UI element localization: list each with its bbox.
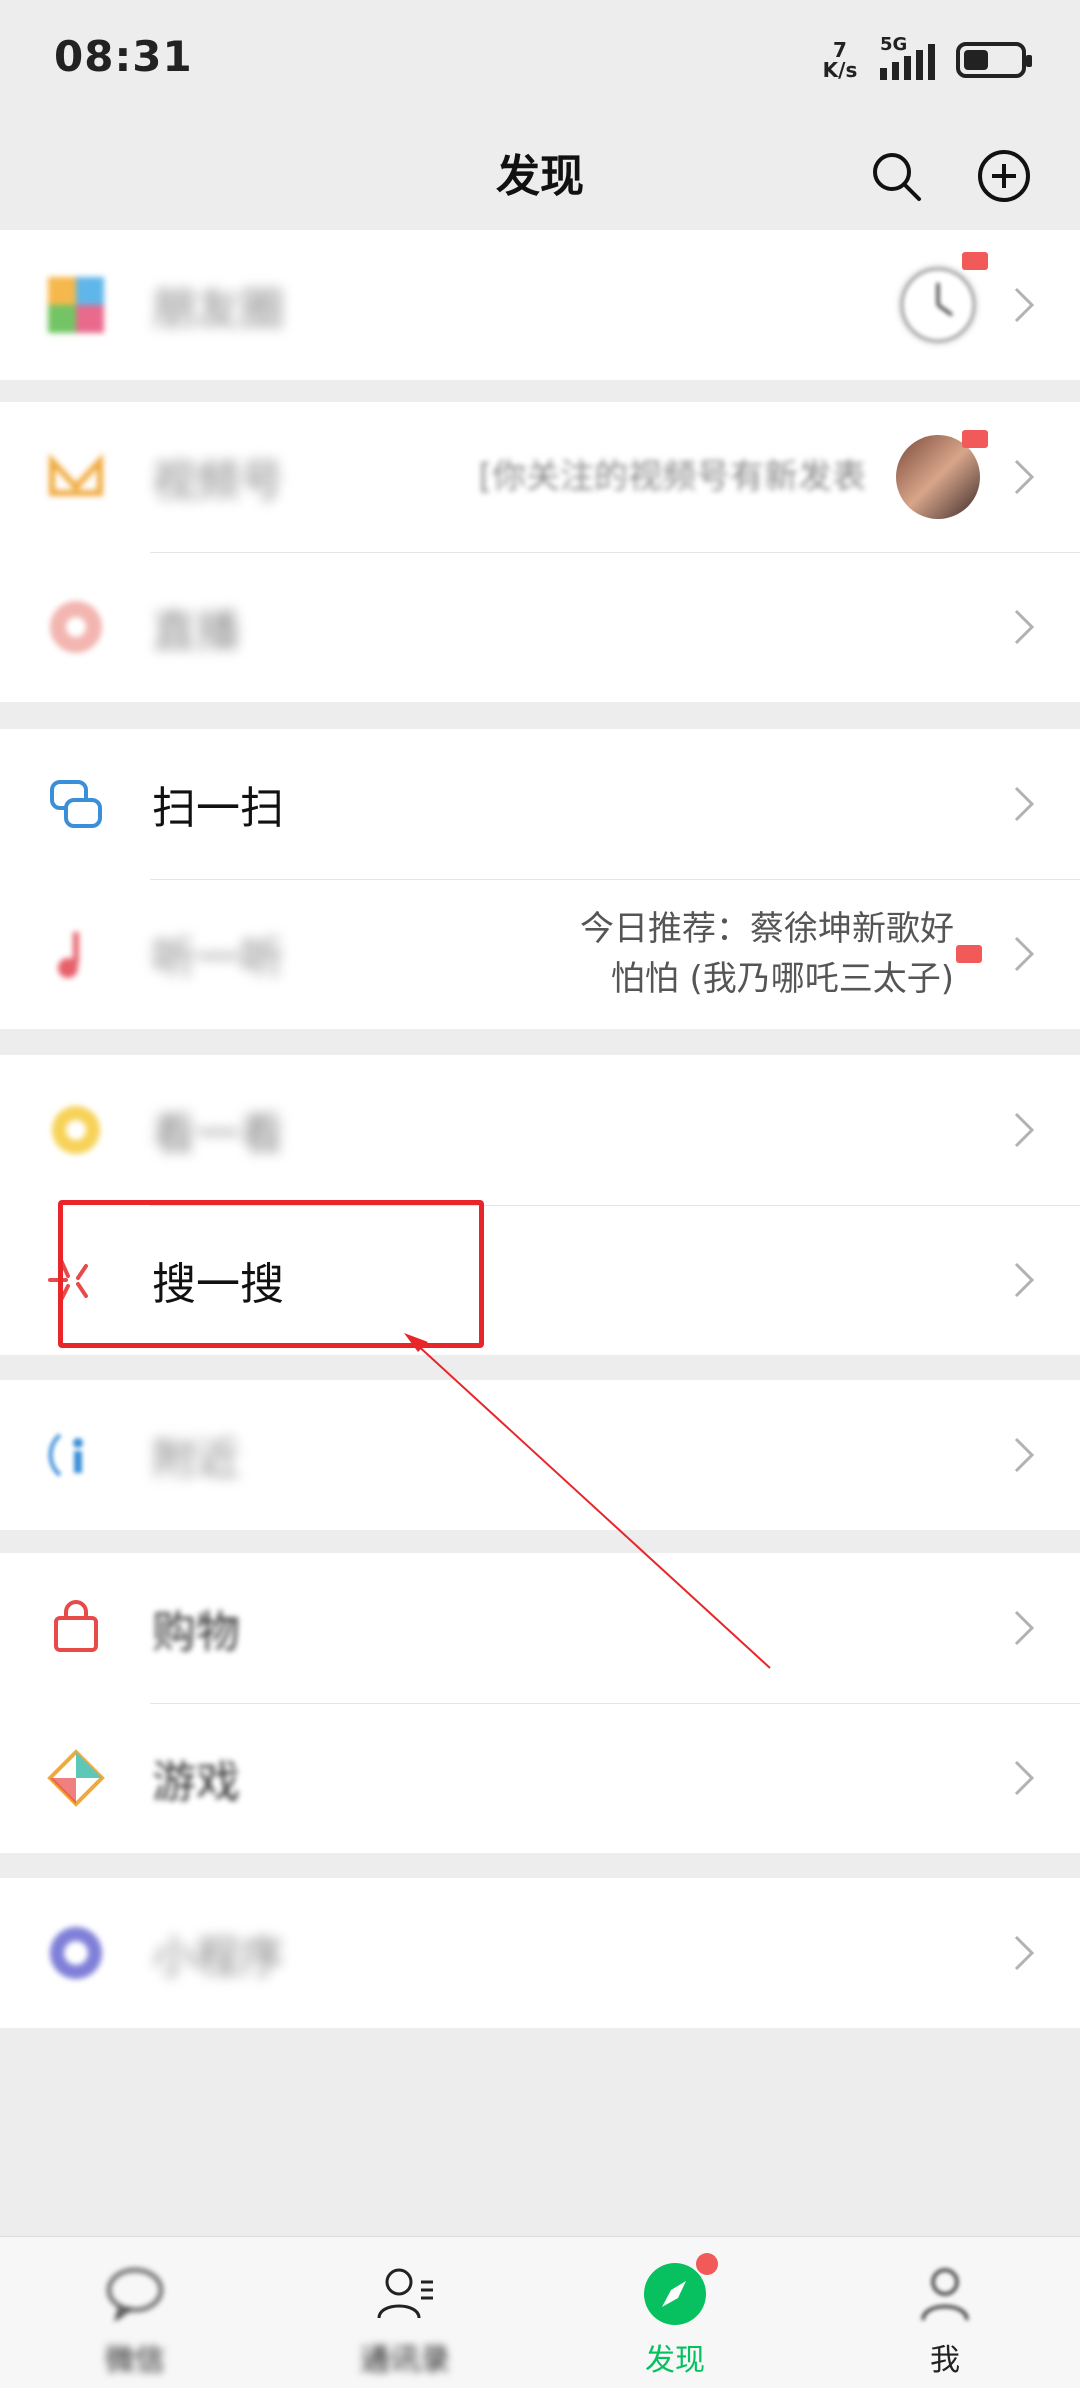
discover-icon bbox=[640, 2253, 718, 2329]
list-item-label: 听一听 bbox=[152, 933, 284, 984]
new-badge bbox=[962, 252, 988, 270]
group-channels: 视频号 [你关注的视频号有新发表 直播 bbox=[0, 402, 1080, 702]
list-item-moments[interactable]: 朋友圈 bbox=[0, 230, 1080, 380]
me-icon bbox=[910, 2259, 980, 2329]
list-item-search[interactable]: 搜一搜 bbox=[0, 1205, 1080, 1355]
chevron-right-icon bbox=[1014, 1262, 1035, 1298]
group-shopping: 购物 游戏 bbox=[0, 1553, 1080, 1853]
chevron-right-icon bbox=[1014, 1437, 1035, 1473]
chevron-right-icon bbox=[1014, 1935, 1035, 1971]
scan-icon bbox=[46, 774, 106, 834]
chevron-right-icon bbox=[1014, 1760, 1035, 1796]
group-mini-programs: 小程序 bbox=[0, 1878, 1080, 2028]
list-item-mini-programs[interactable]: 小程序 bbox=[0, 1878, 1080, 2028]
chevron-right-icon bbox=[1014, 459, 1035, 495]
tab-contacts[interactable]: 通讯录 bbox=[270, 2237, 540, 2388]
chevron-right-icon bbox=[1014, 1112, 1035, 1148]
list-item-label: 扫一扫 bbox=[152, 783, 284, 834]
live-icon bbox=[46, 597, 106, 657]
list-item-label: 看一看 bbox=[152, 1109, 284, 1160]
top-stories-icon bbox=[46, 1100, 106, 1160]
bottom-tab-bar: 微信 通讯录 发现 我 bbox=[0, 2236, 1080, 2388]
tab-chats[interactable]: 微信 bbox=[0, 2237, 270, 2388]
list-item-shopping[interactable]: 购物 bbox=[0, 1553, 1080, 1703]
list-item-listen[interactable]: 听一听 今日推荐：蔡徐坤新歌好 怕怕 (我乃哪吒三太子) bbox=[0, 879, 1080, 1029]
list-item-top-stories[interactable]: 看一看 bbox=[0, 1055, 1080, 1205]
tab-label: 通讯录 bbox=[360, 2343, 450, 2378]
search-icon bbox=[46, 1250, 106, 1310]
status-time: 08:31 bbox=[54, 32, 193, 81]
chevron-right-icon bbox=[1014, 287, 1035, 323]
top-bar: 发现 bbox=[0, 120, 1080, 230]
group-moments: 朋友圈 bbox=[0, 230, 1080, 380]
list-item-label: 朋友圈 bbox=[152, 284, 284, 335]
signal-icon: 5G bbox=[880, 34, 940, 80]
mini-programs-icon bbox=[46, 1923, 106, 1983]
new-badge bbox=[956, 945, 982, 963]
contacts-icon bbox=[370, 2259, 440, 2329]
listen-icon bbox=[46, 924, 106, 984]
chevron-right-icon bbox=[1014, 609, 1035, 645]
list-item-label: 附近 bbox=[152, 1434, 240, 1485]
tab-discover[interactable]: 发现 bbox=[540, 2237, 810, 2388]
listen-subtitle: 今日推荐：蔡徐坤新歌好 怕怕 (我乃哪吒三太子) bbox=[580, 904, 954, 1004]
add-icon[interactable] bbox=[964, 136, 1044, 216]
group-top-stories: 看一看 搜一搜 bbox=[0, 1055, 1080, 1355]
group-scan: 扫一扫 听一听 今日推荐：蔡徐坤新歌好 怕怕 (我乃哪吒三太子) bbox=[0, 729, 1080, 1029]
tab-label: 发现 bbox=[645, 2343, 705, 2378]
status-indicators: 7 K/s 5G bbox=[816, 34, 1032, 84]
net-speed-value: 7 bbox=[833, 38, 847, 62]
list-item-label: 搜一搜 bbox=[152, 1259, 284, 1310]
list-item-scan[interactable]: 扫一扫 bbox=[0, 729, 1080, 879]
chats-icon bbox=[100, 2259, 170, 2329]
subtitle-text: [你关注的视频号有新发表 bbox=[478, 457, 866, 497]
search-icon[interactable] bbox=[856, 136, 936, 216]
notification-badge bbox=[696, 2253, 718, 2275]
tab-label: 微信 bbox=[105, 2343, 165, 2378]
list-item-label: 视频号 bbox=[152, 456, 284, 507]
list-item-live[interactable]: 直播 bbox=[0, 552, 1080, 702]
chevron-right-icon bbox=[1014, 786, 1035, 822]
tab-label: 我 bbox=[930, 2343, 960, 2378]
chevron-right-icon bbox=[1014, 936, 1035, 972]
list-item-label: 小程序 bbox=[152, 1932, 284, 1983]
moments-thumbnail bbox=[896, 263, 980, 347]
tab-me[interactable]: 我 bbox=[810, 2237, 1080, 2388]
new-badge bbox=[962, 430, 988, 448]
subtitle-line-2: 怕怕 (我乃哪吒三太子) bbox=[610, 959, 954, 999]
list-item-label: 游戏 bbox=[152, 1757, 240, 1808]
network-type: 5G bbox=[880, 34, 908, 55]
net-speed-unit: K/s bbox=[822, 58, 858, 82]
shopping-icon bbox=[46, 1598, 106, 1658]
subtitle-line-1: 今日推荐：蔡徐坤新歌好 bbox=[580, 909, 954, 949]
list-item-channels[interactable]: 视频号 [你关注的视频号有新发表 bbox=[0, 402, 1080, 552]
channels-icon bbox=[46, 447, 106, 507]
channels-subtitle: [你关注的视频号有新发表 bbox=[479, 452, 866, 502]
chevron-right-icon bbox=[1014, 1610, 1035, 1646]
nearby-icon bbox=[46, 1425, 106, 1485]
list-item-games[interactable]: 游戏 bbox=[0, 1703, 1080, 1853]
group-nearby: 附近 bbox=[0, 1380, 1080, 1530]
status-bar: 08:31 7 K/s 5G bbox=[0, 0, 1080, 120]
list-item-label: 直播 bbox=[152, 606, 240, 657]
net-speed: 7 K/s bbox=[816, 40, 864, 80]
battery-icon bbox=[956, 42, 1032, 78]
list-item-nearby[interactable]: 附近 bbox=[0, 1380, 1080, 1530]
list-item-label: 购物 bbox=[152, 1607, 240, 1658]
games-icon bbox=[46, 1748, 106, 1808]
moments-icon bbox=[46, 275, 106, 335]
